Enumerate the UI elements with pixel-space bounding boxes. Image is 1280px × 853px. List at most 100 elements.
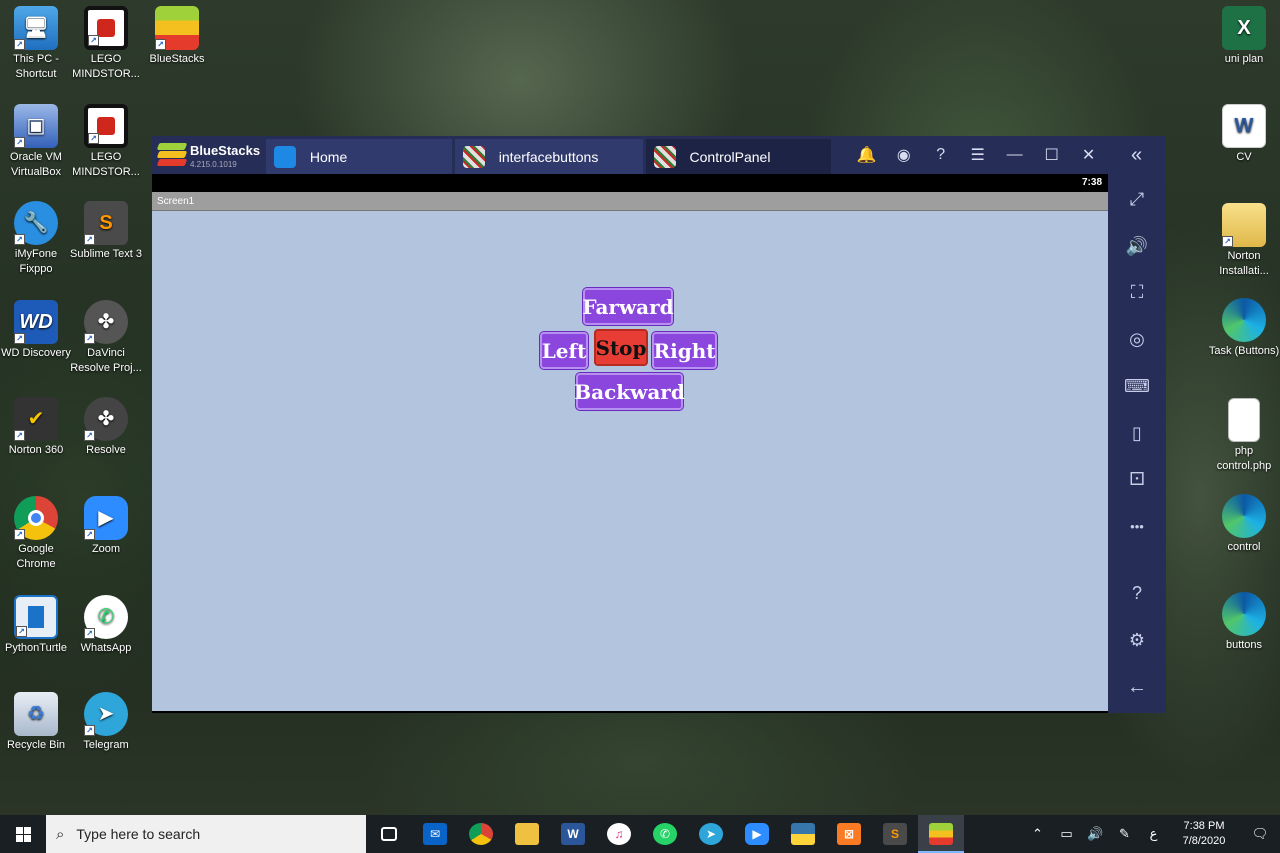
taskbar-itunes[interactable]: ♫ [596,815,642,853]
gamepad-icon[interactable]: ⚀ [1108,462,1166,496]
back-arrow-icon[interactable]: ← [1108,670,1166,704]
tab-home[interactable]: Home [265,139,452,174]
taskbar-xampp[interactable]: ⊠ [826,815,872,853]
task-view-icon [381,827,397,841]
edge-icon [1222,298,1266,342]
maximize-icon[interactable]: ☐ [1033,136,1070,174]
desktop-icon-imyfone[interactable]: 🔧 ↗ iMyFone Fixppo [0,201,72,277]
fullscreen-icon[interactable]: ⤢ [1108,182,1166,216]
taskbar-zoom[interactable]: ▶ [734,815,780,853]
desktop-icon-chrome[interactable]: ↗ Google Chrome [0,496,72,572]
resolve-icon: ✤ ↗ [84,397,128,441]
taskbar-whatsapp[interactable]: ✆ [642,815,688,853]
phone-rotate-icon[interactable]: ▯ [1108,416,1166,450]
desktop-icon-task-buttons[interactable]: Task (Buttons) [1208,298,1280,359]
search-box[interactable]: ⌕ Type here to search [46,815,366,853]
left-button[interactable]: Left [540,332,588,369]
desktop-icon-this-pc[interactable]: 🖥 ↗ This PC - Shortcut [0,6,72,82]
right-button[interactable]: Right [652,332,717,369]
desktop-icon-telegram[interactable]: ➤ ↗ Telegram [70,692,142,753]
taskbar-mail[interactable]: ✉ [412,815,458,853]
bluestacks-icon: ↗ [155,6,199,50]
folder-icon: ↗ [1222,203,1266,247]
desktop-icon-wd[interactable]: WD ↗ WD Discovery [0,300,72,361]
tab-controlpanel[interactable]: ControlPanel [645,139,832,174]
taskbar-telegram[interactable]: ➤ [688,815,734,853]
chevron-up-icon[interactable]: ⌃ [1023,826,1052,842]
desktop-icon-control[interactable]: control [1208,494,1280,555]
backward-button[interactable]: Backward [574,373,685,410]
norton-icon: ✔ ↗ [14,397,58,441]
taskbar-chrome[interactable] [458,815,504,853]
close-icon[interactable]: ✕ [1070,136,1107,174]
bell-icon[interactable]: 🔔 [848,136,885,174]
clock-time: 7:38 PM [1183,820,1225,832]
tab-interfacebuttons[interactable]: interfacebuttons [454,139,643,174]
desktop-icon-sublime[interactable]: S ↗ Sublime Text 3 [70,201,142,262]
folder-icon [515,823,539,845]
bluestacks-version: 4.215.0.1019 [190,159,237,169]
whatsapp-icon: ✆ [653,823,677,845]
taskbar-word[interactable]: W [550,815,596,853]
menu-icon[interactable]: ☰ [959,136,996,174]
clock-date: 7/8/2020 [1182,835,1226,847]
settings-icon[interactable]: ⚙ [1108,623,1166,657]
notification-icon[interactable]: 🗨 [1240,826,1280,842]
screen-title: Screen1 [152,192,1108,211]
minimize-icon[interactable]: — [996,136,1033,174]
desktop-icon-recycle-bin[interactable]: ♻ Recycle Bin [0,692,72,753]
keyboard-icon[interactable]: ⌨ [1108,369,1166,403]
pen-icon[interactable]: ✎ [1110,826,1139,842]
taskbar: ⌕ Type here to search ✉ W ♫ ✆ ➤ ▶ ⊠ S ⌃ … [0,815,1280,853]
battery-icon[interactable]: ▭ [1052,826,1081,842]
language-icon[interactable]: ع [1139,826,1168,842]
chrome-icon: ↗ [14,496,58,540]
volume-icon[interactable]: 🔊 [1108,229,1166,263]
desktop-icon-virtualbox[interactable]: ▣ ↗ Oracle VM VirtualBox [0,104,72,180]
desktop-icon-python-turtle[interactable]: ↗ PythonTurtle [0,595,72,656]
collapse-sidebar-icon[interactable]: « [1107,136,1166,174]
account-icon[interactable]: ◉ [885,136,922,174]
help-icon[interactable]: ? [1108,576,1166,610]
desktop-icon-bluestacks[interactable]: ↗ BlueStacks [141,6,213,67]
task-view-button[interactable] [366,815,412,853]
taskbar-bluestacks[interactable] [918,815,964,853]
eye-icon[interactable]: ◎ [1108,322,1166,356]
desktop-icon-whatsapp[interactable]: ✆ ↗ WhatsApp [70,595,142,656]
desktop-icon-davinci[interactable]: ✤ ↗ DaVinci Resolve Proj... [70,300,142,376]
app-screen: Farward Left Stop Right Backward [152,211,1108,711]
taskbar-python[interactable] [780,815,826,853]
bluestacks-sidebar: ⤢ 🔊 ⛶ ◎ ⌨ ▯ ⚀ ••• ? ⚙ ← [1108,174,1166,713]
stop-button[interactable]: Stop [594,329,648,366]
taskbar-clock[interactable]: 7:38 PM 7/8/2020 [1168,819,1240,849]
search-icon: ⌕ [56,825,65,843]
virtualbox-icon: ▣ ↗ [14,104,58,148]
desktop-icon-uni-plan[interactable]: X uni plan [1208,6,1280,67]
more-icon[interactable]: ••• [1108,509,1166,543]
taskbar-file-explorer[interactable] [504,815,550,853]
bluestacks-icon [156,143,188,167]
desktop-icon-buttons[interactable]: buttons [1208,592,1280,653]
bluestacks-logo: BlueStacks 4.215.0.1019 [152,136,266,174]
volume-icon[interactable]: 🔊 [1081,826,1110,842]
desktop-icon-norton-installation[interactable]: ↗ Norton Installati... [1208,203,1280,279]
word-icon: W [561,823,585,845]
system-tray: ⌃ ▭ 🔊 ✎ ع 7:38 PM 7/8/2020 🗨 [1023,815,1280,853]
desktop-icon-norton[interactable]: ✔ ↗ Norton 360 [0,397,72,458]
telegram-icon: ➤ ↗ [84,692,128,736]
windows-icon [15,826,31,842]
desktop-icon-lego-2[interactable]: ↗ LEGO MINDSTOR... [70,104,142,180]
desktop-icon-php-control[interactable]: php control.php [1208,398,1280,474]
start-button[interactable] [0,815,46,853]
desktop-icon-cv[interactable]: W CV [1208,104,1280,165]
forward-button[interactable]: Farward [582,288,674,325]
screenshot-icon[interactable]: ⛶ [1108,275,1166,309]
desktop-icon-lego-1[interactable]: ↗ LEGO MINDSTOR... [70,6,142,82]
zoom-icon: ▶ ↗ [84,496,128,540]
desktop-icon-zoom[interactable]: ▶ ↗ Zoom [70,496,142,557]
help-icon[interactable]: ? [922,136,959,174]
taskbar-sublime[interactable]: S [872,815,918,853]
desktop-icon-resolve[interactable]: ✤ ↗ Resolve [70,397,142,458]
mail-icon: ✉ [423,823,447,845]
davinci-icon: ✤ ↗ [84,300,128,344]
